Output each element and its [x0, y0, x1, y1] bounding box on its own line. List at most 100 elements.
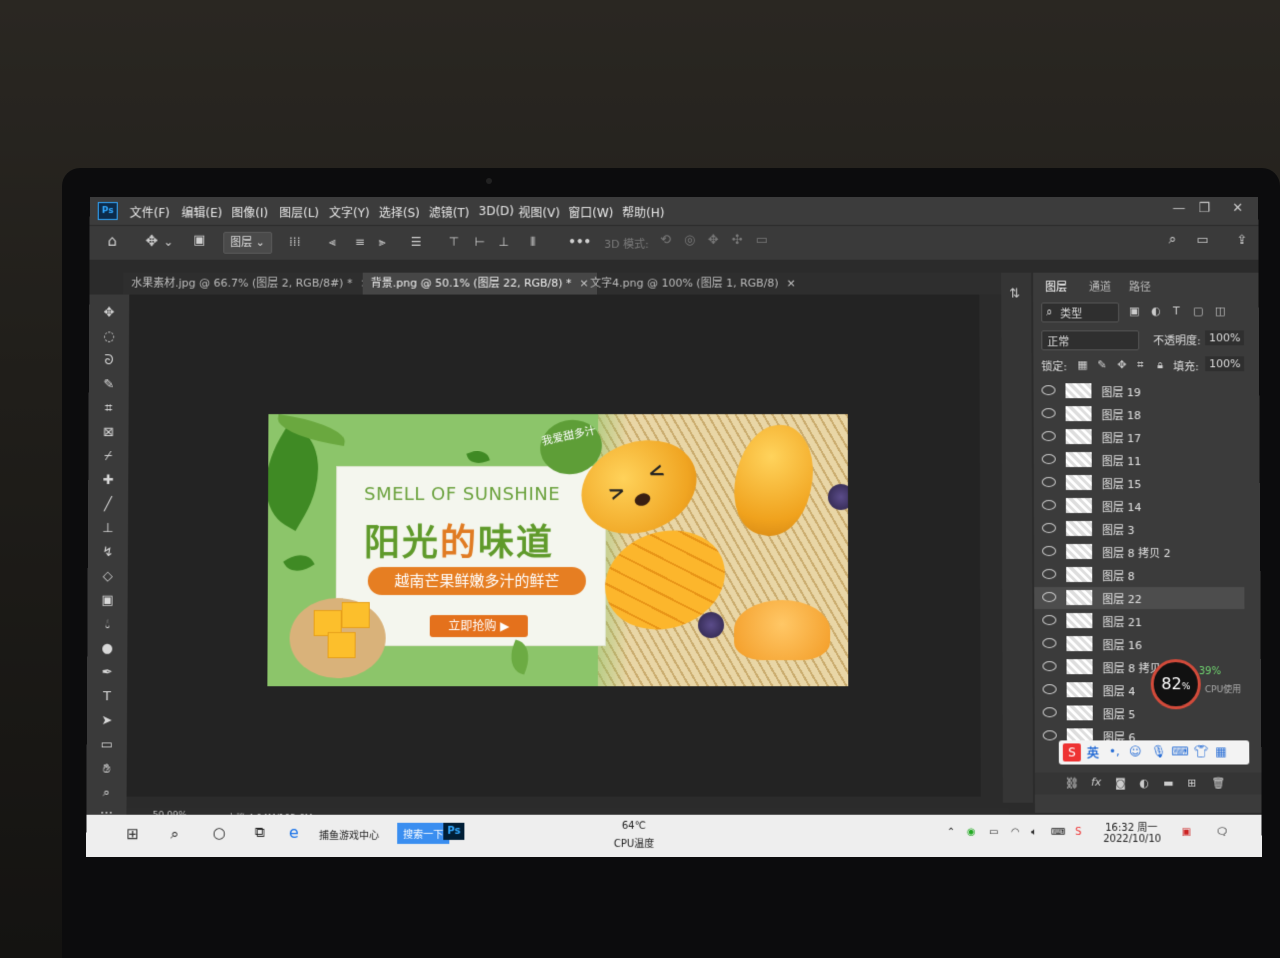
tab-layers[interactable]: 图层: [1045, 279, 1067, 295]
filter-type-icon[interactable]: T: [1173, 305, 1180, 318]
3d-slide-icon[interactable]: ✣: [732, 233, 743, 248]
layer-row[interactable]: 图层 17: [1034, 426, 1244, 448]
minimize-icon[interactable]: —: [1172, 201, 1185, 216]
marquee-tool-icon[interactable]: ◌: [99, 328, 119, 346]
clock-time[interactable]: 16:32 周一: [1105, 819, 1157, 834]
tab-background[interactable]: 背景.png @ 50.1% (图层 22, RGB/8) * ×: [362, 272, 597, 295]
opacity-input[interactable]: 100%: [1204, 330, 1245, 346]
fill-input[interactable]: 100%: [1205, 356, 1245, 372]
skin-icon[interactable]: 👕︎: [1193, 744, 1208, 758]
workspace-icon[interactable]: ▭: [1197, 233, 1209, 248]
delete-layer-icon[interactable]: 🗑︎: [1211, 777, 1225, 790]
layer-row[interactable]: 图层 18: [1034, 403, 1244, 425]
3d-rotate-icon[interactable]: ⟲: [660, 233, 671, 248]
volume-icon[interactable]: 🔈︎: [1031, 827, 1037, 838]
menu-filter[interactable]: 滤镜(T): [429, 204, 470, 221]
3d-drag-icon[interactable]: ✥: [708, 233, 719, 248]
menu-type[interactable]: 文字(Y): [329, 204, 370, 221]
canvas-area[interactable]: SMELL OF SUNSHINE 阳光的味道 越南芒果鲜嫩多汁的鲜芒 立即抢购…: [126, 294, 981, 797]
align-middle-icon[interactable]: ⊢: [475, 235, 485, 249]
lasso-tool-icon[interactable]: ᘐ: [99, 352, 119, 370]
ime-toolbar[interactable]: S 英 •, ☺ 🎙︎ ⌨ 👕︎ ▦: [1058, 740, 1250, 765]
layer-row[interactable]: 图层 5: [1035, 702, 1245, 724]
layer-row[interactable]: 图层 11: [1034, 449, 1244, 471]
align-top-icon[interactable]: ⊤: [449, 235, 459, 249]
tab-paths[interactable]: 路径: [1129, 279, 1151, 295]
history-brush-icon[interactable]: ↯: [98, 544, 118, 562]
distribute-icon[interactable]: ☰: [411, 235, 422, 249]
ie-icon[interactable]: e: [289, 823, 299, 842]
align-bottom-icon[interactable]: ⊥: [498, 235, 508, 249]
menu-3d[interactable]: 3D(D): [479, 204, 514, 218]
history-panel-icon[interactable]: ⇅: [1009, 287, 1020, 302]
clone-stamp-icon[interactable]: ⊥: [98, 520, 118, 538]
sogou-tray-icon[interactable]: S: [1075, 827, 1081, 838]
align-left-icon[interactable]: ⫷: [329, 235, 336, 250]
link-layers-icon[interactable]: ⛓︎: [1065, 777, 1079, 790]
punctuation-icon[interactable]: •,: [1109, 744, 1120, 758]
new-group-icon[interactable]: ▬: [1163, 777, 1173, 790]
menu-image[interactable]: 图像(I): [231, 204, 268, 221]
visibility-eye-icon[interactable]: [1042, 638, 1057, 649]
notification-app-icon[interactable]: ▣: [1181, 827, 1191, 838]
search-icon[interactable]: ⌕: [170, 825, 179, 843]
visibility-eye-icon[interactable]: [1042, 730, 1057, 741]
layer-row[interactable]: 图层 16: [1034, 633, 1244, 655]
visibility-eye-icon[interactable]: [1041, 500, 1056, 511]
layer-row[interactable]: 图层 14: [1034, 495, 1244, 517]
tab-channels[interactable]: 通道: [1089, 279, 1111, 295]
zoom-tool-icon[interactable]: ⌕: [96, 785, 116, 803]
close-icon[interactable]: ×: [787, 277, 796, 290]
share-icon[interactable]: ⇪: [1236, 233, 1247, 248]
visibility-eye-icon[interactable]: [1041, 431, 1056, 442]
menu-layer[interactable]: 图层(L): [279, 204, 319, 221]
clock-date[interactable]: 2022/10/10: [1103, 834, 1161, 845]
layer-row[interactable]: 图层 8 拷贝 2: [1034, 541, 1244, 563]
wifi-icon[interactable]: ◠: [1011, 827, 1020, 838]
add-mask-icon[interactable]: ◙: [1115, 777, 1126, 790]
filter-shape-icon[interactable]: ▢: [1193, 305, 1203, 318]
frame-tool-icon[interactable]: ⊠: [98, 424, 118, 442]
menu-window[interactable]: 窗口(W): [568, 204, 613, 221]
layer-select-dropdown[interactable]: 图层 ⌄: [223, 231, 272, 254]
home-icon[interactable]: ⌂: [108, 232, 118, 250]
lock-position-icon[interactable]: ✥: [1117, 358, 1126, 371]
input-method-icon[interactable]: ⌨: [1051, 827, 1066, 838]
menu-edit[interactable]: 编辑(E): [181, 204, 222, 221]
path-select-icon[interactable]: ➤: [97, 712, 117, 730]
adjustment-layer-icon[interactable]: ◐: [1139, 777, 1149, 790]
battery-icon[interactable]: ▭: [989, 827, 999, 838]
healing-brush-icon[interactable]: ✚: [98, 472, 118, 490]
menu-select[interactable]: 选择(S): [379, 204, 420, 221]
search-button[interactable]: 搜索一下: [397, 822, 450, 844]
lock-transparent-icon[interactable]: ▦: [1077, 358, 1087, 371]
type-tool-icon[interactable]: T: [97, 688, 117, 706]
3d-camera-icon[interactable]: ▭: [756, 233, 768, 248]
layer-filter-dropdown[interactable]: ⌕ 类型: [1041, 302, 1120, 323]
move-tool-icon[interactable]: ✥: [145, 232, 158, 250]
visibility-eye-icon[interactable]: [1042, 707, 1057, 718]
task-view-icon[interactable]: ⧉: [255, 825, 265, 841]
visibility-eye-icon[interactable]: [1042, 684, 1057, 695]
cortana-icon[interactable]: ○: [213, 824, 226, 842]
transform-controls-icon[interactable]: ⁞⁞⁞: [289, 235, 300, 249]
keyboard-icon[interactable]: ⌨: [1171, 744, 1188, 758]
blend-mode-dropdown[interactable]: 正常: [1041, 330, 1140, 351]
chevron-down-icon[interactable]: ⌄: [163, 235, 173, 249]
auto-select-icon[interactable]: ▣: [193, 233, 205, 248]
tab-text4[interactable]: 文字4.png @ 100% (图层 1, RGB/8) ×: [582, 273, 804, 295]
visibility-eye-icon[interactable]: [1041, 523, 1057, 533]
quick-select-icon[interactable]: ✎: [99, 376, 119, 394]
filter-adjust-icon[interactable]: ◐: [1151, 305, 1161, 318]
emoji-icon[interactable]: ☺: [1129, 744, 1142, 758]
visibility-eye-icon[interactable]: [1042, 615, 1057, 626]
align-right-icon[interactable]: ⫸: [379, 235, 386, 250]
lock-all-icon[interactable]: 🔒︎: [1157, 358, 1163, 372]
eraser-tool-icon[interactable]: ◇: [98, 568, 118, 586]
visibility-eye-icon[interactable]: [1041, 477, 1056, 488]
windows-start-icon[interactable]: ⊞: [126, 825, 139, 843]
move-tool-icon[interactable]: ✥: [99, 305, 119, 323]
fx-icon[interactable]: fx: [1091, 776, 1101, 789]
lock-brush-icon[interactable]: ✎: [1097, 358, 1106, 371]
layer-row[interactable]: 图层 21: [1034, 610, 1244, 632]
